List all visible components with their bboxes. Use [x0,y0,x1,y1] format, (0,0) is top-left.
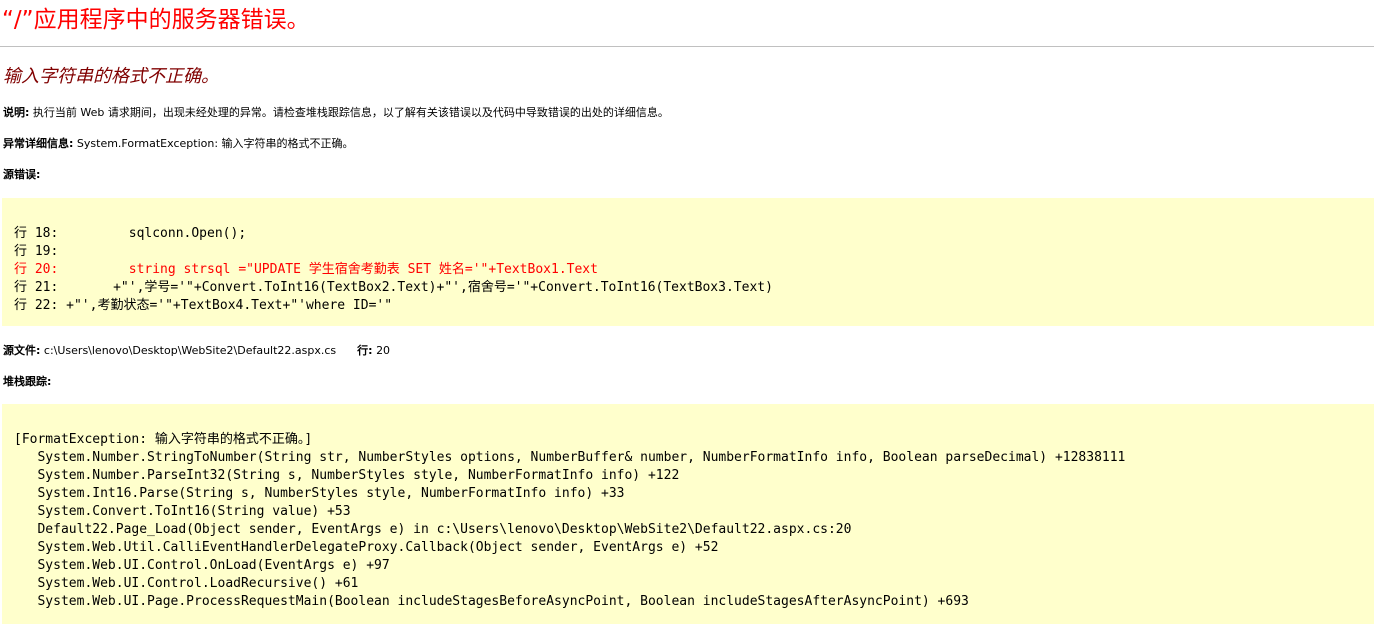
stack-trace-line: System.Web.UI.Control.LoadRecursive() +6… [14,576,359,591]
stack-trace-line: System.Convert.ToInt16(String value) +53 [14,504,351,519]
stack-trace-line: System.Web.Util.CalliEventHandlerDelegat… [14,540,719,555]
description-label: 说明: [3,106,30,119]
exception-details-label: 异常详细信息: [3,137,74,150]
stack-trace-line: System.Web.UI.Page.ProcessRequestMain(Bo… [14,594,969,609]
stack-trace-line: Default22.Page_Load(Object sender, Event… [14,522,852,537]
exception-details-line: 异常详细信息: System.FormatException: 输入字符串的格式… [3,136,354,152]
source-line-label: 行: [357,344,373,357]
source-error-label: 源错误: [3,168,41,181]
stack-trace-heading: 堆栈跟踪: [3,374,51,390]
source-line-21: 行 21: +"',学号='"+Convert.ToInt16(TextBox2… [14,280,773,295]
stack-trace-line: System.Number.StringToNumber(String str,… [14,450,1126,465]
title-divider [0,46,1374,47]
stack-trace-box: [FormatException: 输入字符串的格式不正确。] System.N… [2,404,1374,624]
source-line-22: 行 22: +"',考勤状态='"+TextBox4.Text+"'where … [14,298,393,313]
page-title: “/”应用程序中的服务器错误。 [2,7,310,33]
source-file-label: 源文件: [3,344,41,357]
source-line-18: 行 18: sqlconn.Open(); [14,226,247,241]
source-line-19: 行 19: [14,244,67,259]
error-message: 输入字符串的格式不正确。 [3,66,219,87]
stack-trace-line: System.Number.ParseInt32(String s, Numbe… [14,468,680,483]
source-code-box: 行 18: sqlconn.Open(); 行 19: 行 20: string… [2,198,1374,326]
source-line-20-highlighted: 行 20: string strsql ="UPDATE 学生宿舍考勤表 SET… [14,262,598,277]
stack-trace-line: [FormatException: 输入字符串的格式不正确。] [14,432,313,447]
exception-details-text: System.FormatException: 输入字符串的格式不正确。 [76,137,354,150]
stack-trace-line: System.Int16.Parse(String s, NumberStyle… [14,486,625,501]
description-text: 执行当前 Web 请求期间，出现未经处理的异常。请检查堆栈跟踪信息，以了解有关该… [32,106,669,119]
description-line: 说明: 执行当前 Web 请求期间，出现未经处理的异常。请检查堆栈跟踪信息，以了… [3,105,669,121]
error-page: “/”应用程序中的服务器错误。 输入字符串的格式不正确。 说明: 执行当前 We… [0,0,1374,638]
source-file-line: 源文件: c:\Users\lenovo\Desktop\WebSite2\De… [3,343,390,359]
source-file-path: c:\Users\lenovo\Desktop\WebSite2\Default… [43,344,337,357]
stack-trace-label: 堆栈跟踪: [3,375,52,388]
source-error-heading: 源错误: [3,167,40,183]
stack-trace-line: System.Web.UI.Control.OnLoad(EventArgs e… [14,558,390,573]
source-line-number: 20 [376,344,391,357]
